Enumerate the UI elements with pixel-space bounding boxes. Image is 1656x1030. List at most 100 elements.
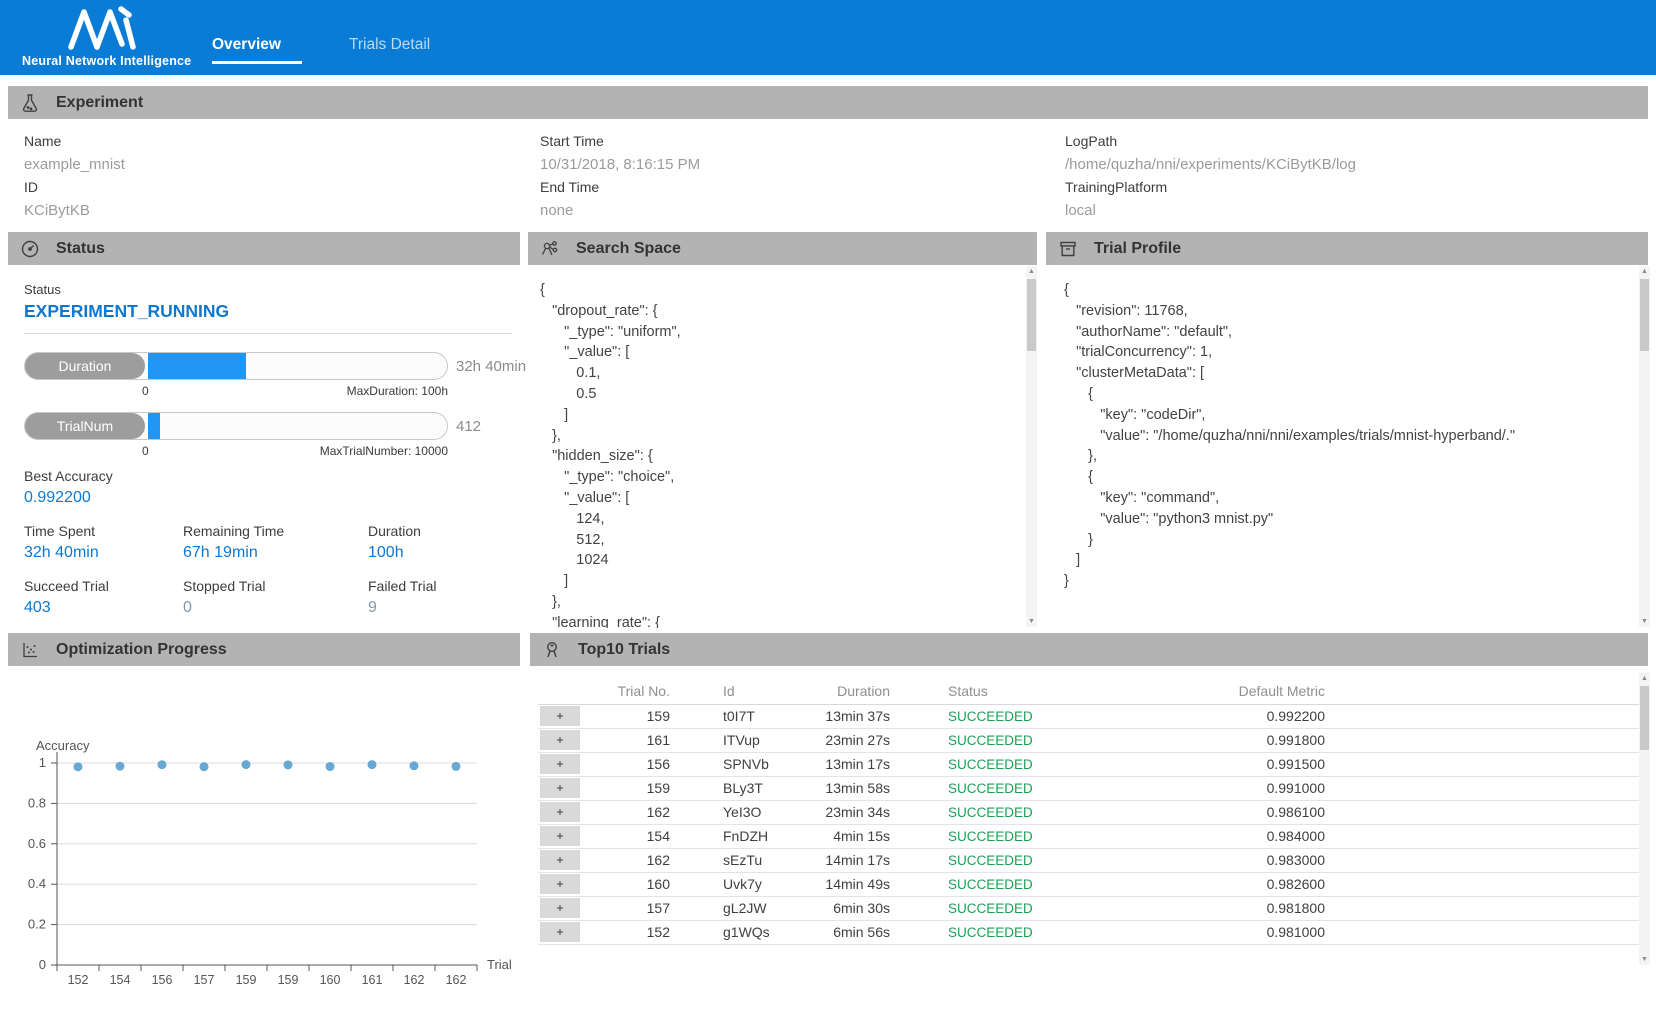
trial-duration-cell: 13min 37s	[790, 704, 890, 728]
status-section-bar: Status	[8, 232, 520, 265]
svg-text:162: 162	[404, 973, 425, 987]
stat-succeed-trial: Succeed Trial 403	[24, 578, 109, 617]
top10-section-title: Top10 Trials	[578, 641, 670, 659]
duration-progress-label: Duration	[25, 353, 145, 379]
trial-no-cell: 162	[582, 800, 670, 824]
duration-min: 0	[142, 384, 149, 398]
trial-profile-scrollbar[interactable]: ▲ ▼	[1639, 266, 1650, 627]
expand-cell: +	[538, 728, 582, 752]
trial-metric-cell: 0.981000	[1120, 920, 1325, 944]
trial-id-cell: BLy3T	[670, 776, 790, 800]
trialnum-progress-fill	[148, 413, 160, 439]
trial-row: +160Uvk7y14min 49sSUCCEEDED0.982600	[538, 872, 1650, 896]
trialnum-min: 0	[142, 444, 149, 458]
search-space-scrollbar[interactable]: ▲ ▼	[1026, 266, 1037, 627]
scrollbar-thumb[interactable]	[1027, 279, 1036, 351]
expand-row-button[interactable]: +	[540, 898, 580, 918]
field-starttime-label: Start Time	[540, 130, 700, 153]
filler-cell	[1325, 728, 1650, 752]
experiment-col-3: LogPath /home/quzha/nni/experiments/KCiB…	[1065, 130, 1356, 222]
trial-id-cell: sEzTu	[670, 848, 790, 872]
status-badge: SUCCEEDED	[948, 925, 1033, 940]
experiment-status-value: EXPERIMENT_RUNNING	[24, 301, 229, 322]
trial-duration-cell: 6min 56s	[790, 920, 890, 944]
trial-id-cell: YeI3O	[670, 800, 790, 824]
status-badge: SUCCEEDED	[948, 853, 1033, 868]
filler-cell	[1325, 776, 1650, 800]
filler-cell	[1325, 752, 1650, 776]
expand-cell: +	[538, 704, 582, 728]
header-default-metric: Default Metric	[1120, 678, 1325, 704]
scroll-up-button[interactable]: ▲	[1026, 266, 1037, 277]
trial-duration-cell: 13min 58s	[790, 776, 890, 800]
trial-row: +162sEzTu14min 17sSUCCEEDED0.983000	[538, 848, 1650, 872]
field-endtime-value: none	[540, 199, 700, 222]
trial-metric-cell: 0.983000	[1120, 848, 1325, 872]
svg-text:0.2: 0.2	[28, 917, 46, 932]
top10-table: Trial No. Id Duration Status Default Met…	[538, 678, 1650, 945]
expand-row-button[interactable]: +	[540, 778, 580, 798]
stat-failed-trial: Failed Trial 9	[368, 578, 436, 617]
trial-status-cell: SUCCEEDED	[890, 824, 1120, 848]
trialnum-value: 412	[456, 418, 481, 435]
svg-text:0: 0	[39, 957, 46, 972]
trial-row: +162YeI3O23min 34sSUCCEEDED0.986100	[538, 800, 1650, 824]
scroll-up-button[interactable]: ▲	[1639, 266, 1650, 277]
scroll-down-button[interactable]: ▼	[1639, 616, 1650, 627]
expand-row-button[interactable]: +	[540, 826, 580, 846]
search-space-icon	[540, 239, 560, 259]
trial-row: +159BLy3T13min 58sSUCCEEDED0.991000	[538, 776, 1650, 800]
experiment-section-title: Experiment	[56, 94, 143, 112]
header-status: Status	[890, 678, 1120, 704]
status-divider	[24, 333, 512, 334]
trial-status-cell: SUCCEEDED	[890, 704, 1120, 728]
trial-status-cell: SUCCEEDED	[890, 848, 1120, 872]
expand-row-button[interactable]: +	[540, 706, 580, 726]
tab-overview[interactable]: Overview	[212, 36, 281, 54]
trial-no-cell: 159	[582, 776, 670, 800]
trial-profile-json: { "revision": 11768, "authorName": "defa…	[1064, 280, 1634, 628]
tab-trials-detail[interactable]: Trials Detail	[349, 36, 430, 54]
trial-row: +152g1WQs6min 56sSUCCEEDED0.981000	[538, 920, 1650, 944]
nni-logo-icon	[66, 6, 138, 50]
expand-row-button[interactable]: +	[540, 730, 580, 750]
scrollbar-thumb[interactable]	[1640, 686, 1649, 750]
expand-cell: +	[538, 872, 582, 896]
trial-status-cell: SUCCEEDED	[890, 752, 1120, 776]
trial-metric-cell: 0.991800	[1120, 728, 1325, 752]
trial-metric-cell: 0.981800	[1120, 896, 1325, 920]
trial-status-cell: SUCCEEDED	[890, 800, 1120, 824]
search-space-json: { "dropout_rate": { "_type": "uniform", …	[540, 280, 1020, 628]
best-accuracy-label: Best Accuracy	[24, 468, 113, 484]
expand-row-button[interactable]: +	[540, 850, 580, 870]
scatter-plot-icon	[20, 640, 40, 660]
scroll-up-button[interactable]: ▲	[1639, 673, 1650, 684]
optimization-section-title: Optimization Progress	[56, 641, 227, 659]
filler-cell	[1325, 896, 1650, 920]
stat-stopped-trial: Stopped Trial 0	[183, 578, 266, 617]
trial-status-cell: SUCCEEDED	[890, 872, 1120, 896]
expand-row-button[interactable]: +	[540, 754, 580, 774]
status-badge: SUCCEEDED	[948, 781, 1033, 796]
best-accuracy: Best Accuracy 0.992200	[24, 468, 113, 507]
expand-row-button[interactable]: +	[540, 802, 580, 822]
expand-row-button[interactable]: +	[540, 922, 580, 942]
scroll-down-button[interactable]: ▼	[1639, 954, 1650, 965]
svg-text:156: 156	[152, 973, 173, 987]
trial-no-cell: 159	[582, 704, 670, 728]
experiment-col-1: Name example_mnist ID KCiBytKB	[24, 130, 125, 222]
trial-metric-cell: 0.984000	[1120, 824, 1325, 848]
top10-scrollbar[interactable]: ▲ ▼	[1639, 673, 1650, 965]
expand-cell: +	[538, 896, 582, 920]
trial-id-cell: t0I7T	[670, 704, 790, 728]
expand-row-button[interactable]: +	[540, 874, 580, 894]
field-name-value: example_mnist	[24, 153, 125, 176]
scrollbar-thumb[interactable]	[1640, 279, 1649, 351]
scroll-down-button[interactable]: ▼	[1026, 616, 1037, 627]
expand-cell: +	[538, 752, 582, 776]
stat-time-spent: Time Spent 32h 40min	[24, 523, 99, 562]
header-id: Id	[670, 678, 790, 704]
trialnum-progress-label: TrialNum	[25, 413, 145, 439]
filler-cell	[1325, 872, 1650, 896]
expand-cell: +	[538, 848, 582, 872]
